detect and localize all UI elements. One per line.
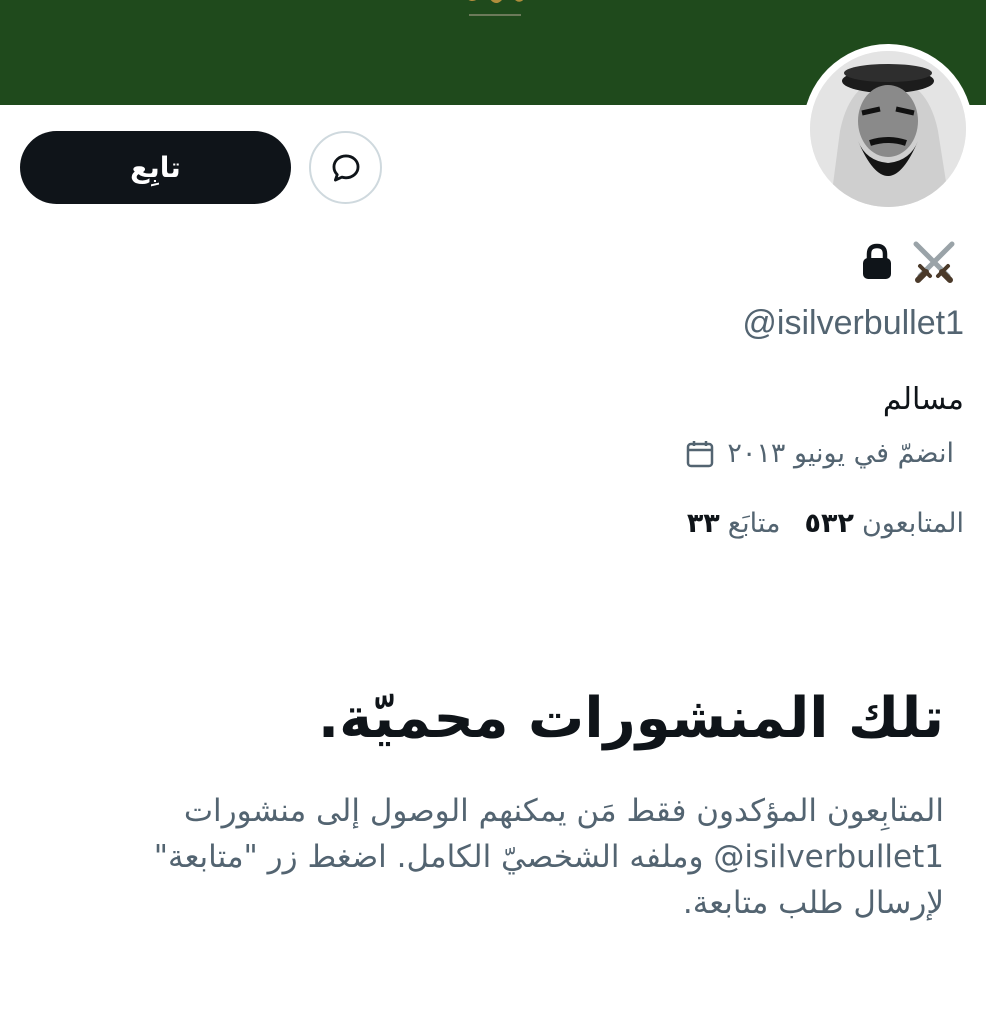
followers-link[interactable]: ٥٣٢ المتابعون (805, 508, 964, 539)
message-icon (332, 154, 359, 181)
join-date: انضمّ في يونيو ٢٠١٣ (685, 438, 954, 469)
profile-handle: @isilverbullet1 (742, 304, 964, 342)
following-label: متابَع (727, 508, 781, 539)
followers-count: ٥٣٢ (804, 508, 854, 539)
crossed-swords-icon (913, 241, 955, 283)
follow-button[interactable]: تابِع (20, 131, 291, 204)
following-link[interactable]: ٣٣ متابَع (687, 508, 781, 539)
lock-icon (863, 243, 891, 279)
avatar[interactable] (810, 51, 966, 207)
display-name (860, 236, 960, 288)
banner-logo (468, 0, 524, 16)
protected-description: المتابِعون المؤكدون فقط مَن يمكنهم الوصو… (153, 793, 944, 921)
profile-bio: مسالم (882, 382, 964, 417)
following-count: ٣٣ (686, 508, 720, 539)
followers-label: المتابعون (861, 508, 964, 539)
protected-title: تلك المنشورات محميّة. (317, 686, 944, 751)
follow-stats: ٣٣ متابَع ٥٣٢ المتابعون (687, 508, 964, 539)
calendar-icon (687, 440, 714, 467)
join-date-text: انضمّ في يونيو ٢٠١٣ (727, 438, 954, 469)
message-button[interactable] (309, 131, 382, 204)
